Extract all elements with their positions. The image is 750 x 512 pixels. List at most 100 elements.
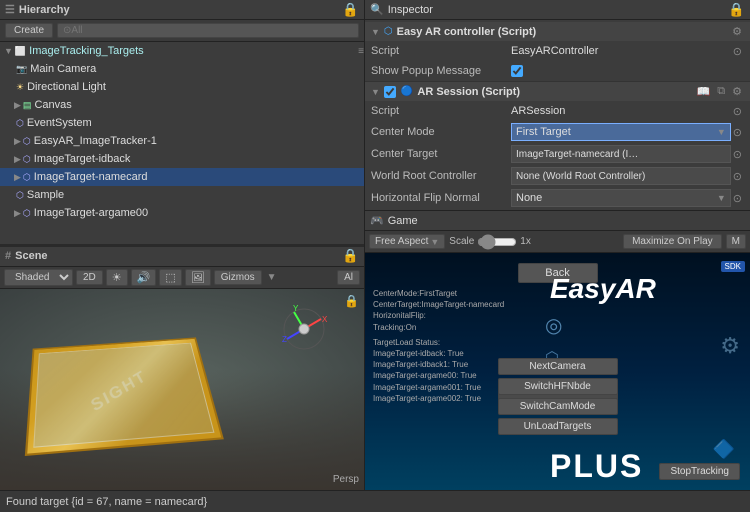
scale-slider[interactable] xyxy=(477,237,517,247)
next-camera-button[interactable]: NextCamera xyxy=(498,358,618,375)
gizmos-button[interactable]: Gizmos xyxy=(214,270,262,285)
ar-session-checkbox[interactable] xyxy=(384,86,396,98)
inspector-title-label: Inspector xyxy=(388,4,433,16)
ar-session-actions: 📖 ⧉ ⚙ xyxy=(695,85,744,98)
svg-text:X: X xyxy=(322,315,328,324)
center-target-label: Center Target xyxy=(371,148,511,160)
arrow-icon: ▶ xyxy=(14,208,21,219)
scene-viewport: SIGHT X Y Z xyxy=(0,289,364,491)
list-item[interactable]: ▶ ⬡ EasyAR_ImageTracker-1 xyxy=(0,132,364,150)
hierarchy-title-label: Hierarchy xyxy=(19,4,70,16)
ar-script-icon[interactable]: ⊙ xyxy=(731,105,744,118)
switch-cam-button[interactable]: SwitchCamMode xyxy=(498,398,618,415)
ear-decoration-4: 🔷 xyxy=(713,439,735,460)
game-panel: 🎮 Game Free Aspect ▼ Scale 1x Maximize O… xyxy=(365,210,750,490)
canvas-icon: ▤ xyxy=(23,100,32,111)
ar-script-value: ARSession xyxy=(511,105,731,117)
ar-session-settings-icon[interactable]: ⚙ xyxy=(730,85,744,98)
camera-icon: 📷 xyxy=(16,64,27,75)
show-popup-row: Show Popup Message xyxy=(365,61,750,81)
ar-session-copy-icon[interactable]: ⧉ xyxy=(715,85,727,98)
center-mode-dropdown[interactable]: First Target ▼ xyxy=(511,123,731,141)
al-button[interactable]: Al xyxy=(337,270,360,285)
center-target-settings-icon[interactable]: ⊙ xyxy=(731,148,744,161)
h-flip-normal-dropdown[interactable]: None ▼ xyxy=(511,189,731,207)
obj-icon: ⬡ xyxy=(16,190,24,201)
list-item[interactable]: ▶ ⬡ ImageTarget-namecard xyxy=(0,168,364,186)
world-root-settings-icon[interactable]: ⊙ xyxy=(731,170,744,183)
list-item[interactable]: ▶ ▤ Canvas xyxy=(0,96,364,114)
2d-button[interactable]: 2D xyxy=(76,270,103,285)
info-line-1: CenterMode:FirstTarget xyxy=(373,288,504,299)
list-item[interactable]: ▶ ⬡ ImageTarget-argame00 xyxy=(0,204,364,222)
world-root-dropdown[interactable]: None (World Root Controller) xyxy=(511,167,731,185)
obj-icon: ⬡ xyxy=(16,118,24,129)
center-target-dropdown[interactable]: ImageTarget-namecard (ImageTa… xyxy=(511,145,731,163)
obj-icon: ⬡ xyxy=(23,208,31,219)
hierarchy-lock-button[interactable]: 🔒 xyxy=(342,2,359,18)
fx-icon-button[interactable]: ⬚ xyxy=(159,269,181,286)
list-item[interactable]: ⬡ Sample xyxy=(0,186,364,204)
arrow-icon: ▶ xyxy=(14,100,21,111)
plus-label: PLUS xyxy=(550,448,643,485)
perspective-label: Persp xyxy=(333,474,359,485)
maximize-button[interactable]: Maximize On Play xyxy=(623,234,722,249)
world-root-label: World Root Controller xyxy=(371,170,511,182)
item-label: ImageTarget-namecard xyxy=(34,171,148,183)
audio-icon-button[interactable]: 🔊 xyxy=(131,269,157,286)
h-flip-normal-label: Horizontal Flip Normal xyxy=(371,192,511,204)
script-settings-icon[interactable]: ⊙ xyxy=(731,45,744,58)
info-line-8: ImageTarget-argame00: True xyxy=(373,370,504,381)
item-label: Sample xyxy=(27,189,64,201)
unload-targets-button[interactable]: UnLoadTargets xyxy=(498,418,618,435)
ar-session-arrow-icon: ▼ xyxy=(371,87,380,97)
scale-value: 1x xyxy=(520,236,531,247)
scene-header: # Scene 🔒 xyxy=(0,247,364,267)
inspector-lock-button[interactable]: 🔒 xyxy=(728,2,745,18)
show-popup-label: Show Popup Message xyxy=(371,65,511,77)
obj-icon: ⬡ xyxy=(23,172,31,183)
aspect-label: Free Aspect xyxy=(375,236,428,247)
center-mode-settings-icon[interactable]: ⊙ xyxy=(731,126,744,139)
switch-hf-button[interactable]: SwitchHFNbde xyxy=(498,378,618,395)
game-header: 🎮 Game xyxy=(365,211,750,231)
list-item[interactable]: ☀ Directional Light xyxy=(0,78,364,96)
sdk-badge: SDK xyxy=(721,261,745,272)
info-line-6: ImageTarget-idback: True xyxy=(373,348,504,359)
scale-control: Scale 1x xyxy=(449,236,531,247)
hierarchy-title: ☰ Hierarchy xyxy=(5,3,70,16)
mute-button[interactable]: M xyxy=(726,234,746,249)
hierarchy-toolbar: Create xyxy=(0,20,364,42)
game-info-panel: CenterMode:FirstTarget CenterTarget:Imag… xyxy=(373,288,504,404)
ar-script-label: Script xyxy=(371,105,511,117)
target-visual: SIGHT xyxy=(25,337,224,456)
ar-session-header[interactable]: ▼ 🔵 AR Session (Script) 📖 ⧉ ⚙ xyxy=(365,82,750,101)
show-popup-checkbox[interactable] xyxy=(511,65,523,77)
image-icon-button[interactable]: 🖼 xyxy=(185,269,211,286)
list-item[interactable]: ▶ ⬡ ImageTarget-idback xyxy=(0,150,364,168)
h-flip-normal-value: None xyxy=(516,192,542,204)
scene-lock-button[interactable]: 🔒 xyxy=(342,248,359,264)
hierarchy-root-item[interactable]: ▼ ⬜ ImageTracking_Targets ≡ xyxy=(0,42,364,60)
h-flip-normal-row: Horizontal Flip Normal None ▼ ⊙ xyxy=(365,187,750,209)
info-line-3: HorizonitalFlip: xyxy=(373,310,504,321)
hierarchy-header: ☰ Hierarchy 🔒 xyxy=(0,0,364,20)
root-item-label: ImageTracking_Targets xyxy=(29,45,144,57)
list-item[interactable]: 📷 Main Camera xyxy=(0,60,364,78)
ar-session-book-icon[interactable]: 📖 xyxy=(695,85,713,98)
easy-ar-section-header[interactable]: ▼ ⬡ Easy AR controller (Script) ⚙ xyxy=(365,22,750,41)
item-label: Main Camera xyxy=(30,63,96,75)
list-item[interactable]: ⬡ EventSystem xyxy=(0,114,364,132)
game-controls: NextCamera SwitchHFNbde SwitchCamMode Un… xyxy=(498,358,618,435)
sun-icon-button[interactable]: ☀ xyxy=(106,269,128,286)
shading-dropdown[interactable]: Shaded xyxy=(4,269,73,286)
section-settings-icon[interactable]: ⚙ xyxy=(730,25,744,38)
item-label: ImageTarget-idback xyxy=(34,153,131,165)
create-button[interactable]: Create xyxy=(5,23,53,38)
h-flip-normal-settings-icon[interactable]: ⊙ xyxy=(731,192,744,205)
stop-tracking-button[interactable]: StopTracking xyxy=(659,463,740,480)
scene-title-container: # Scene xyxy=(5,250,48,262)
hierarchy-search[interactable] xyxy=(57,23,359,38)
game-title-label: Game xyxy=(388,215,418,227)
aspect-dropdown[interactable]: Free Aspect ▼ xyxy=(369,234,445,249)
